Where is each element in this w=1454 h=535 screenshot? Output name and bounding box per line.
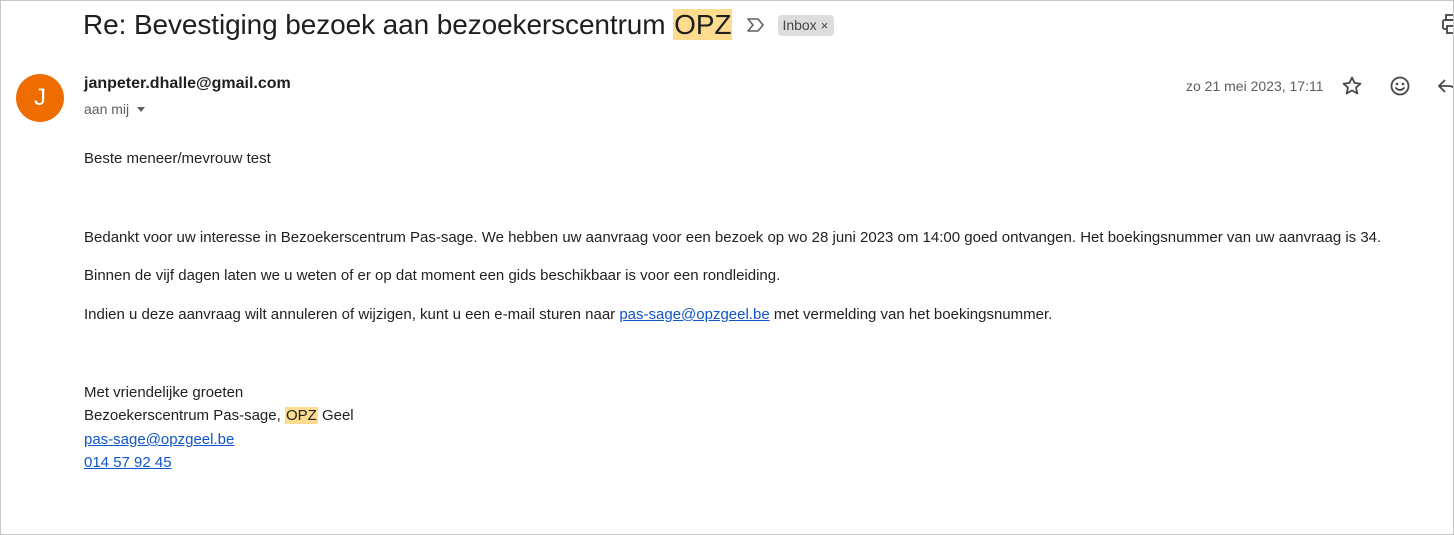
- subject-search-highlight: OPZ: [673, 9, 733, 40]
- email-view: Re: Bevestiging bezoek aan bezoekerscent…: [0, 0, 1454, 535]
- sender-email[interactable]: janpeter.dhalle@gmail.com: [84, 75, 291, 93]
- inbox-label-chip[interactable]: Inbox ×: [778, 14, 835, 36]
- star-icon[interactable]: [1340, 74, 1364, 98]
- signature-email-link[interactable]: pas-sage@opzgeel.be: [84, 431, 234, 448]
- email-subject: Re: Bevestiging bezoek aan bezoekerscent…: [83, 9, 733, 41]
- signature-email-row: pas-sage@opzgeel.be: [84, 431, 234, 448]
- recipient-row: aan mij: [84, 101, 146, 117]
- signature-phone-row: 014 57 92 45: [84, 454, 172, 471]
- reply-icon[interactable]: [1435, 74, 1453, 98]
- signature-org-text: Bezoekerscentrum Pas-sage,: [84, 407, 285, 424]
- signature-org-suffix: Geel: [317, 407, 354, 424]
- remove-label-button[interactable]: ×: [821, 18, 829, 33]
- recipient-text: aan mij: [84, 101, 130, 117]
- body-greeting: Beste meneer/mevrouw test: [84, 150, 271, 167]
- body-paragraph-1: Bedankt voor uw interesse in Bezoekersce…: [84, 229, 1382, 246]
- emoji-reaction-icon[interactable]: [1388, 74, 1412, 98]
- body-paragraph-2: Binnen de vijf dagen laten we u weten of…: [84, 267, 781, 284]
- sender-avatar[interactable]: J: [16, 74, 64, 122]
- subject-text: Re: Bevestiging bezoek aan bezoekerscent…: [83, 9, 674, 40]
- paragraph-3-text-after: met vermelding van het boekingsnummer.: [769, 306, 1053, 323]
- signature-phone-link[interactable]: 014 57 92 45: [84, 454, 172, 471]
- email-date: zo 21 mei 2023, 17:11: [1186, 78, 1324, 94]
- paragraph-3-text-before: Indien u deze aanvraag wilt annuleren of…: [84, 306, 620, 323]
- subject-row: Re: Bevestiging bezoek aan bezoekerscent…: [83, 5, 835, 45]
- print-icon[interactable]: [1441, 13, 1453, 35]
- signature-organization: Bezoekerscentrum Pas-sage, OPZ Geel: [84, 407, 354, 424]
- important-marker-icon[interactable]: [746, 15, 766, 35]
- body-paragraph-3: Indien u deze aanvraag wilt annuleren of…: [84, 306, 1052, 323]
- avatar-letter: J: [34, 84, 46, 111]
- signature-search-highlight: OPZ: [284, 407, 318, 424]
- show-details-chevron-icon[interactable]: [137, 106, 146, 112]
- signature-closing: Met vriendelijke groeten: [84, 384, 244, 401]
- label-chip-text: Inbox: [782, 17, 817, 33]
- contact-email-link[interactable]: pas-sage@opzgeel.be: [619, 306, 769, 323]
